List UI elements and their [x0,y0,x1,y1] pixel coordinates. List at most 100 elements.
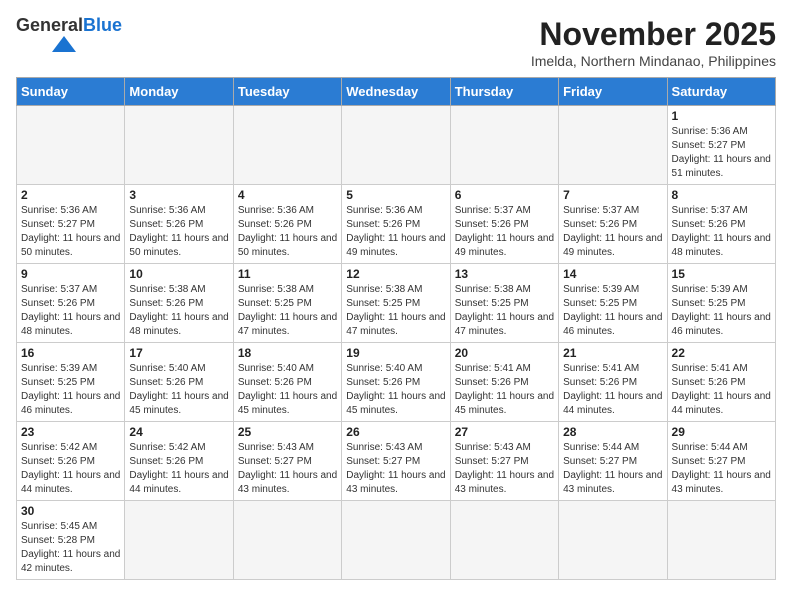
title-area: November 2025 Imelda, Northern Mindanao,… [531,16,776,69]
day-info: Sunrise: 5:42 AMSunset: 5:26 PMDaylight:… [21,441,120,497]
day-number: 27 [455,425,554,439]
calendar-cell: 19 Sunrise: 5:40 AMSunset: 5:26 PMDayligh… [342,343,450,422]
day-info: Sunrise: 5:42 AMSunset: 5:26 PMDaylight:… [129,441,228,497]
calendar-week-5: 30Sunrise: 5:45 AMSunset: 5:28 PMDayligh… [17,501,776,580]
day-info: Sunrise: 5:38 AMSunset: 5:26 PMDaylight:… [129,283,228,339]
calendar-week-2: 9 Sunrise: 5:37 AMSunset: 5:26 PMDaylight… [17,264,776,343]
day-info: Sunrise: 5:40 AMSunset: 5:26 PMDaylight:… [238,362,337,418]
weekday-header-thursday: Thursday [450,78,558,106]
day-number: 5 [346,188,445,202]
day-info: Sunrise: 5:44 AMSunset: 5:27 PMDaylight:… [672,441,771,497]
day-info: Sunrise: 5:43 AMSunset: 5:27 PMDaylight:… [346,441,445,497]
calendar-cell [125,106,233,185]
calendar-cell: 25 Sunrise: 5:43 AMSunset: 5:27 PMDayligh… [233,422,341,501]
location: Imelda, Northern Mindanao, Philippines [531,53,776,69]
day-number: 13 [455,267,554,281]
day-number: 20 [455,346,554,360]
calendar-cell [450,501,558,580]
calendar-cell: 6 Sunrise: 5:37 AMSunset: 5:26 PMDaylight… [450,185,558,264]
calendar-cell: 30Sunrise: 5:45 AMSunset: 5:28 PMDayligh… [17,501,125,580]
day-number: 4 [238,188,337,202]
calendar-cell: 7 Sunrise: 5:37 AMSunset: 5:26 PMDaylight… [559,185,667,264]
day-info: Sunrise: 5:43 AMSunset: 5:27 PMDaylight:… [238,441,337,497]
day-info: Sunrise: 5:39 AMSunset: 5:25 PMDaylight:… [563,283,662,339]
day-info: Sunrise: 5:43 AMSunset: 5:27 PMDaylight:… [455,441,554,497]
day-number: 11 [238,267,337,281]
day-info: Sunrise: 5:38 AMSunset: 5:25 PMDaylight:… [455,283,554,339]
day-number: 14 [563,267,662,281]
day-info: Sunrise: 5:36 AMSunset: 5:26 PMDaylight:… [129,204,228,260]
calendar-cell: 27 Sunrise: 5:43 AMSunset: 5:27 PMDayligh… [450,422,558,501]
calendar-week-1: 2 Sunrise: 5:36 AMSunset: 5:27 PMDaylight… [17,185,776,264]
day-info: Sunrise: 5:38 AMSunset: 5:25 PMDaylight:… [346,283,445,339]
calendar-cell: 5 Sunrise: 5:36 AMSunset: 5:26 PMDaylight… [342,185,450,264]
calendar-cell [125,501,233,580]
day-number: 21 [563,346,662,360]
calendar-cell [559,501,667,580]
calendar-cell [450,106,558,185]
calendar-cell: 13 Sunrise: 5:38 AMSunset: 5:25 PMDayligh… [450,264,558,343]
calendar-cell: 9 Sunrise: 5:37 AMSunset: 5:26 PMDaylight… [17,264,125,343]
logo-icon [16,36,76,52]
calendar-cell: 18Sunrise: 5:40 AMSunset: 5:26 PMDayligh… [233,343,341,422]
day-info: Sunrise: 5:37 AMSunset: 5:26 PMDaylight:… [21,283,120,339]
calendar-cell: 14 Sunrise: 5:39 AMSunset: 5:25 PMDayligh… [559,264,667,343]
day-number: 30 [21,504,120,518]
day-info: Sunrise: 5:41 AMSunset: 5:26 PMDaylight:… [563,362,662,418]
day-info: Sunrise: 5:41 AMSunset: 5:26 PMDaylight:… [455,362,554,418]
day-number: 3 [129,188,228,202]
day-info: Sunrise: 5:37 AMSunset: 5:26 PMDaylight:… [455,204,554,260]
day-number: 17 [129,346,228,360]
day-number: 10 [129,267,228,281]
calendar-cell [233,106,341,185]
day-number: 2 [21,188,120,202]
day-number: 25 [238,425,337,439]
calendar-cell [342,106,450,185]
logo-general: General [16,16,83,34]
calendar-week-0: 1Sunrise: 5:36 AMSunset: 5:27 PMDaylight… [17,106,776,185]
day-info: Sunrise: 5:36 AMSunset: 5:26 PMDaylight:… [346,204,445,260]
calendar-cell [667,501,775,580]
day-info: Sunrise: 5:39 AMSunset: 5:25 PMDaylight:… [21,362,120,418]
calendar-cell: 21 Sunrise: 5:41 AMSunset: 5:26 PMDayligh… [559,343,667,422]
calendar-cell: 17 Sunrise: 5:40 AMSunset: 5:26 PMDayligh… [125,343,233,422]
day-info: Sunrise: 5:37 AMSunset: 5:26 PMDaylight:… [672,204,771,260]
day-info: Sunrise: 5:36 AMSunset: 5:27 PMDaylight:… [21,204,120,260]
calendar-cell: 28 Sunrise: 5:44 AMSunset: 5:27 PMDayligh… [559,422,667,501]
calendar-week-3: 16 Sunrise: 5:39 AMSunset: 5:25 PMDayligh… [17,343,776,422]
logo: General Blue [16,16,122,52]
day-info: Sunrise: 5:38 AMSunset: 5:25 PMDaylight:… [238,283,337,339]
calendar-cell: 3 Sunrise: 5:36 AMSunset: 5:26 PMDaylight… [125,185,233,264]
weekday-header-friday: Friday [559,78,667,106]
calendar-table: SundayMondayTuesdayWednesdayThursdayFrid… [16,77,776,580]
day-info: Sunrise: 5:39 AMSunset: 5:25 PMDaylight:… [672,283,771,339]
day-number: 29 [672,425,771,439]
day-info: Sunrise: 5:37 AMSunset: 5:26 PMDaylight:… [563,204,662,260]
day-number: 6 [455,188,554,202]
calendar-cell [17,106,125,185]
calendar-cell: 11 Sunrise: 5:38 AMSunset: 5:25 PMDayligh… [233,264,341,343]
calendar-cell: 29 Sunrise: 5:44 AMSunset: 5:27 PMDayligh… [667,422,775,501]
day-number: 7 [563,188,662,202]
day-number: 9 [21,267,120,281]
calendar-cell: 8Sunrise: 5:37 AMSunset: 5:26 PMDaylight… [667,185,775,264]
calendar-cell: 16 Sunrise: 5:39 AMSunset: 5:25 PMDayligh… [17,343,125,422]
day-info: Sunrise: 5:40 AMSunset: 5:26 PMDaylight:… [346,362,445,418]
weekday-header-saturday: Saturday [667,78,775,106]
calendar-cell: 12 Sunrise: 5:38 AMSunset: 5:25 PMDayligh… [342,264,450,343]
day-number: 26 [346,425,445,439]
day-info: Sunrise: 5:44 AMSunset: 5:27 PMDaylight:… [563,441,662,497]
calendar-cell: 2 Sunrise: 5:36 AMSunset: 5:27 PMDaylight… [17,185,125,264]
day-number: 28 [563,425,662,439]
weekday-header-tuesday: Tuesday [233,78,341,106]
day-number: 19 [346,346,445,360]
day-number: 12 [346,267,445,281]
day-number: 24 [129,425,228,439]
calendar-cell: 26 Sunrise: 5:43 AMSunset: 5:27 PMDayligh… [342,422,450,501]
calendar-cell [559,106,667,185]
weekday-header-wednesday: Wednesday [342,78,450,106]
month-title: November 2025 [531,16,776,53]
day-number: 16 [21,346,120,360]
day-info: Sunrise: 5:40 AMSunset: 5:26 PMDaylight:… [129,362,228,418]
calendar-cell [342,501,450,580]
